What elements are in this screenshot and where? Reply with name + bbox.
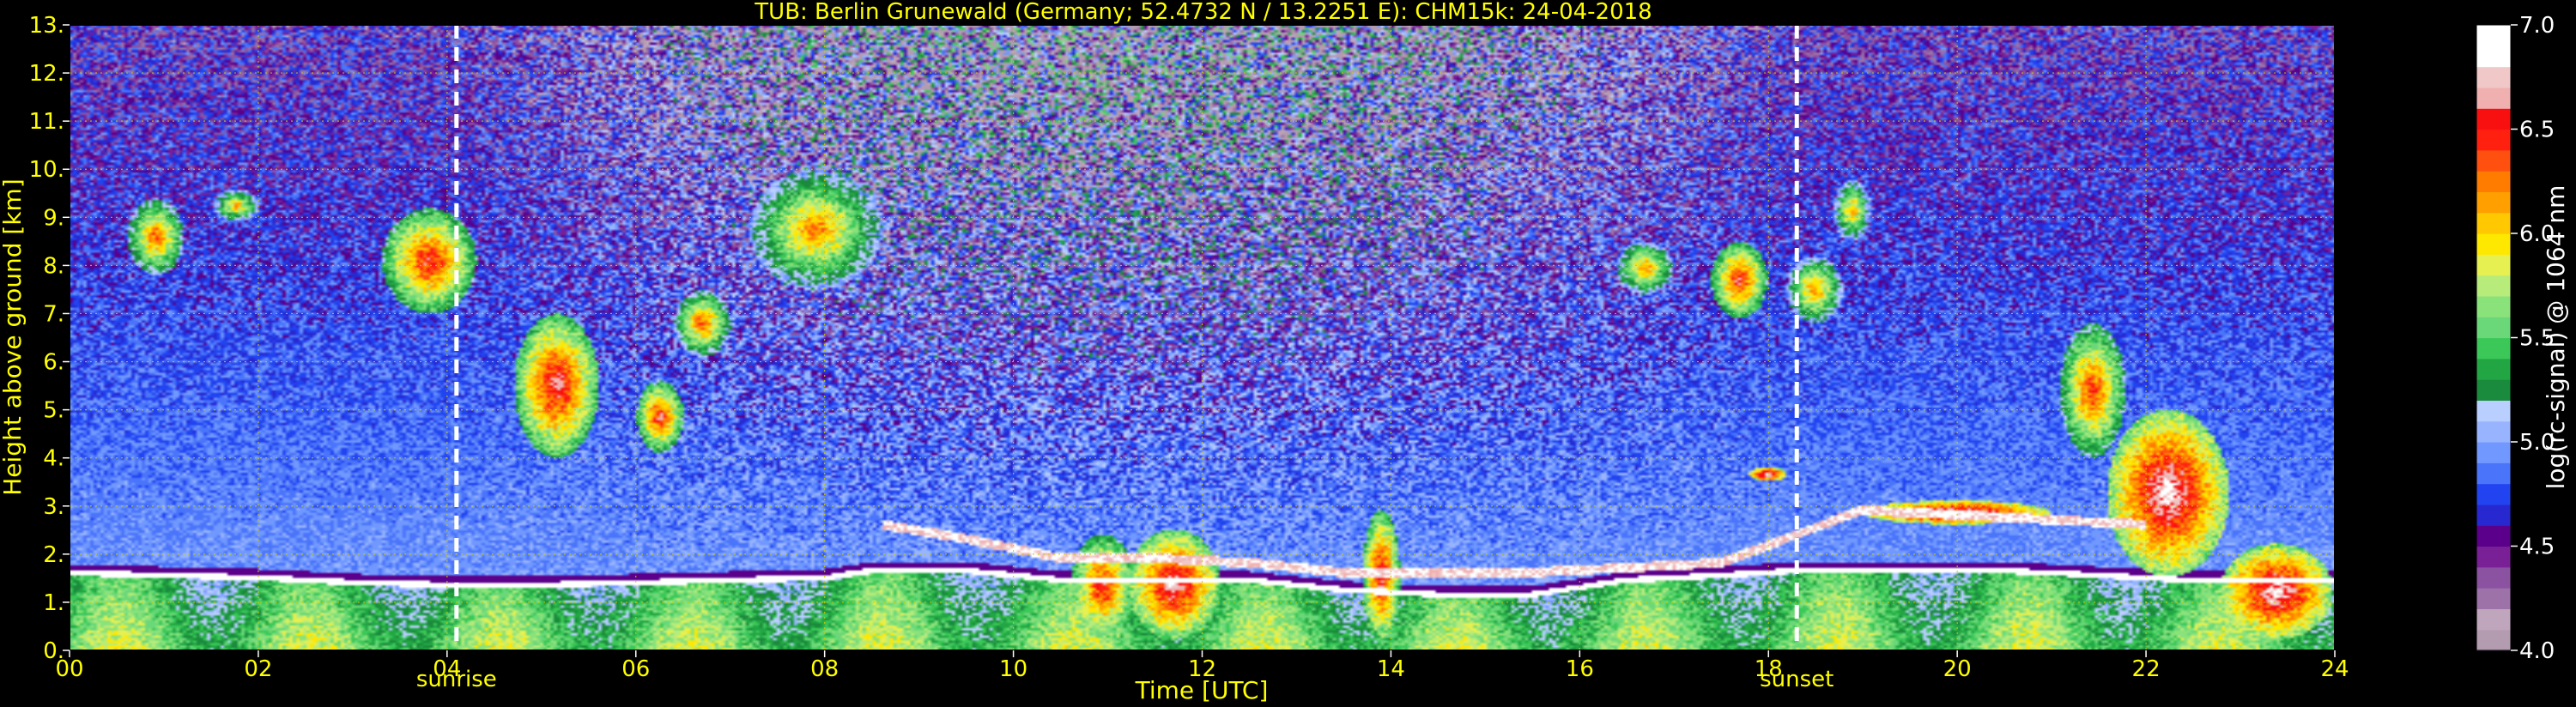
colorbar-swatch (2476, 358, 2511, 380)
colorbar-swatch (2476, 233, 2511, 255)
colorbar-swatch (2476, 25, 2511, 46)
colorbar-tick-label: 6.5 (2519, 118, 2555, 143)
colorbar-swatch (2476, 108, 2511, 130)
colorbar-swatch (2476, 45, 2511, 68)
colorbar-swatch (2476, 149, 2511, 172)
y-tick-label: 6. (43, 350, 64, 376)
x-tick-label: 22 (2132, 656, 2161, 682)
colorbar-swatch (2476, 317, 2511, 339)
colorbar-swatch (2476, 171, 2511, 192)
colorbar-swatch (2476, 129, 2511, 151)
x-tick-label: 14 (1377, 656, 1405, 682)
x-axis-label: Time [UTC] (1135, 676, 1269, 704)
colorbar-label: log(rc-signal) @ 1064 nm (2542, 185, 2570, 490)
x-tick-label: 16 (1566, 656, 1594, 682)
y-tick-label: 5. (43, 398, 64, 424)
y-tick-label: 4. (43, 446, 64, 472)
colorbar-swatch (2476, 525, 2511, 547)
colorbar-swatch (2476, 420, 2511, 443)
y-axis-label: Height above ground [km] (0, 178, 27, 496)
colorbar-tick-label: 4.5 (2519, 535, 2555, 560)
colorbar-swatch (2476, 191, 2511, 214)
colorbar-swatch (2476, 254, 2511, 276)
y-tick-label: 0. (43, 638, 64, 664)
x-tick-label: 02 (244, 656, 272, 682)
sunset-label: sunset (1760, 667, 1834, 692)
colorbar-swatch (2476, 566, 2511, 589)
y-tick-label: 10. (29, 157, 64, 183)
colorbar-swatch (2476, 608, 2511, 631)
colorbar-swatch (2476, 588, 2511, 609)
y-tick-label: 2. (43, 542, 64, 568)
colorbar-swatch (2476, 337, 2511, 360)
x-tick-label: 08 (810, 656, 839, 682)
colorbar-swatch (2476, 462, 2511, 485)
colorbar-swatch (2476, 442, 2511, 463)
x-tick-label: 20 (1943, 656, 1972, 682)
x-tick-label: 24 (2320, 656, 2349, 682)
sunrise-label: sunrise (416, 667, 497, 692)
ceilometer-figure: TUB: Berlin Grunewald (Germany; 52.4732 … (0, 0, 2576, 707)
y-tick-label: 7. (43, 301, 64, 327)
y-tick-label: 9. (43, 205, 64, 231)
y-tick-label: 12. (29, 61, 64, 87)
x-tick-label: 06 (621, 656, 650, 682)
chart-title: TUB: Berlin Grunewald (Germany; 52.4732 … (754, 0, 1652, 25)
colorbar-swatches (2476, 25, 2511, 651)
colorbar-swatch (2476, 400, 2511, 422)
colorbar-swatch (2476, 275, 2511, 297)
colorbar-swatch (2476, 212, 2511, 234)
colorbar-swatch (2476, 546, 2511, 568)
colorbar-swatch (2476, 504, 2511, 526)
plot-area (69, 24, 2336, 651)
x-tick-label: 10 (999, 656, 1027, 682)
colorbar-swatch (2476, 66, 2511, 88)
colorbar-swatch (2476, 87, 2511, 109)
y-tick-label: 13. (29, 13, 64, 39)
y-tick-label: 1. (43, 590, 64, 616)
colorbar-tick-label: 4.0 (2519, 638, 2555, 664)
y-tick-label: 8. (43, 253, 64, 279)
colorbar-swatch (2476, 295, 2511, 317)
colorbar-swatch (2476, 629, 2511, 651)
y-tick-label: 3. (43, 494, 64, 520)
colorbar-swatch (2476, 483, 2511, 505)
colorbar-swatch (2476, 379, 2511, 401)
y-tick-label: 11. (29, 109, 64, 135)
colorbar-tick-label: 7.0 (2519, 13, 2555, 39)
